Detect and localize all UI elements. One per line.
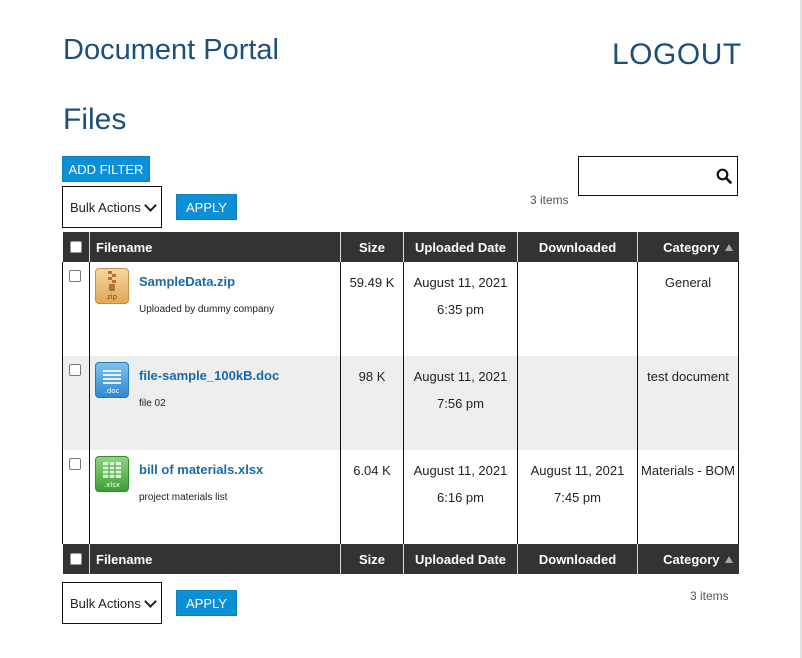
table-header-row: Filename Size Uploaded Date Downloaded C… (62, 232, 739, 262)
file-description: file 02 (139, 398, 166, 409)
table-footer-row: Filename Size Uploaded Date Downloaded C… (62, 544, 739, 574)
footer-header-filename[interactable]: Filename (89, 544, 341, 574)
category-value: General (664, 275, 712, 290)
uploaded-time: 6:16 pm (437, 490, 484, 505)
file-description: project materials list (139, 492, 228, 503)
size-cell: 59.49 K (340, 262, 404, 356)
items-count: 3 items (530, 193, 569, 207)
select-all-cell (62, 232, 90, 262)
uploaded-date: August 11, 2021 (413, 275, 508, 290)
downloaded-cell (517, 262, 638, 356)
doc-file-icon: .doc (95, 362, 129, 398)
column-header-filename[interactable]: Filename (89, 232, 341, 262)
zip-file-tag: zip (106, 293, 118, 301)
search-input[interactable] (583, 158, 717, 196)
size-cell: 6.04 K (340, 450, 404, 544)
items-count-bottom: 3 items (690, 589, 729, 603)
select-all-footer-checkbox[interactable] (69, 552, 82, 565)
category-value: Materials - BOM (641, 463, 735, 478)
uploaded-date: August 11, 2021 (413, 369, 508, 384)
file-link[interactable]: SampleData.zip (139, 274, 274, 289)
bulk-actions-value: Bulk Actions (70, 199, 141, 215)
uploaded-time: 6:35 pm (437, 302, 484, 317)
uploaded-cell: August 11, 2021 7:56 pm (403, 356, 518, 450)
footer-header-downloaded[interactable]: Downloaded (517, 544, 638, 574)
file-size: 59.49 K (349, 275, 395, 290)
file-link[interactable]: bill of materials.xlsx (139, 462, 263, 477)
bulk-actions-value: Bulk Actions (70, 595, 141, 611)
category-cell: test document (637, 356, 739, 450)
add-filter-button[interactable]: ADD FILTER (62, 156, 150, 182)
bulk-actions-select-bottom[interactable]: Bulk Actions (62, 582, 162, 624)
search-box (578, 156, 738, 196)
portal-title: Document Portal (63, 34, 279, 66)
column-header-uploaded-date[interactable]: Uploaded Date (403, 232, 518, 262)
apply-button-bottom[interactable]: APPLY (176, 590, 237, 616)
files-table: Filename Size Uploaded Date Downloaded C… (62, 232, 739, 574)
downloaded-cell: August 11, 2021 7:45 pm (517, 450, 638, 544)
footer-header-uploaded-date[interactable]: Uploaded Date (403, 544, 518, 574)
table-row: .doc file-sample_100kB.doc file 02 98 K … (62, 356, 739, 450)
search-icon[interactable] (716, 168, 732, 184)
filename-cell: .xlsx bill of materials.xlsx project mat… (89, 450, 341, 544)
uploaded-time: 7:56 pm (437, 396, 484, 411)
row-checkbox[interactable] (69, 364, 81, 376)
footer-header-category[interactable]: Category (637, 544, 739, 574)
filename-cell: zip SampleData.zip Uploaded by dummy com… (89, 262, 341, 356)
filename-cell: .doc file-sample_100kB.doc file 02 (89, 356, 341, 450)
file-size: 6.04 K (353, 463, 391, 478)
footer-header-category-label: Category (663, 551, 720, 567)
file-link[interactable]: file-sample_100kB.doc (139, 368, 279, 383)
downloaded-date: August 11, 2021 (530, 463, 625, 478)
select-all-checkbox[interactable] (69, 240, 82, 253)
category-cell: Materials - BOM (637, 450, 739, 544)
xlsx-file-tag: .xlsx (103, 481, 121, 489)
chevron-down-icon (144, 594, 157, 608)
file-description: Uploaded by dummy company (139, 304, 275, 315)
sort-ascending-icon (724, 243, 733, 251)
sort-ascending-icon (724, 555, 733, 563)
category-cell: General (637, 262, 739, 356)
row-checkbox[interactable] (69, 270, 81, 282)
uploaded-cell: August 11, 2021 6:35 pm (403, 262, 518, 356)
downloaded-cell (517, 356, 638, 450)
select-all-footer-cell (62, 544, 90, 574)
doc-file-tag: .doc (104, 387, 120, 395)
row-select-cell (62, 262, 90, 356)
table-row: .xlsx bill of materials.xlsx project mat… (62, 450, 739, 544)
category-value: test document (647, 369, 729, 384)
bulk-actions-select[interactable]: Bulk Actions (62, 186, 162, 228)
row-select-cell (62, 450, 90, 544)
column-header-category-label: Category (663, 239, 720, 255)
logout-link[interactable]: LOGOUT (612, 38, 742, 72)
row-checkbox[interactable] (69, 458, 81, 470)
row-select-cell (62, 356, 90, 450)
page-title: Files (63, 103, 127, 136)
column-header-size[interactable]: Size (340, 232, 404, 262)
footer-header-size[interactable]: Size (340, 544, 404, 574)
table-row: zip SampleData.zip Uploaded by dummy com… (62, 262, 739, 356)
zip-file-icon: zip (95, 268, 129, 304)
chevron-down-icon (144, 198, 157, 212)
uploaded-cell: August 11, 2021 6:16 pm (403, 450, 518, 544)
uploaded-date: August 11, 2021 (413, 463, 508, 478)
downloaded-time: 7:45 pm (554, 490, 601, 505)
size-cell: 98 K (340, 356, 404, 450)
column-header-downloaded[interactable]: Downloaded (517, 232, 638, 262)
xlsx-file-icon: .xlsx (95, 456, 129, 492)
apply-button[interactable]: APPLY (176, 194, 237, 220)
file-size: 98 K (358, 369, 386, 384)
column-header-category[interactable]: Category (637, 232, 739, 262)
